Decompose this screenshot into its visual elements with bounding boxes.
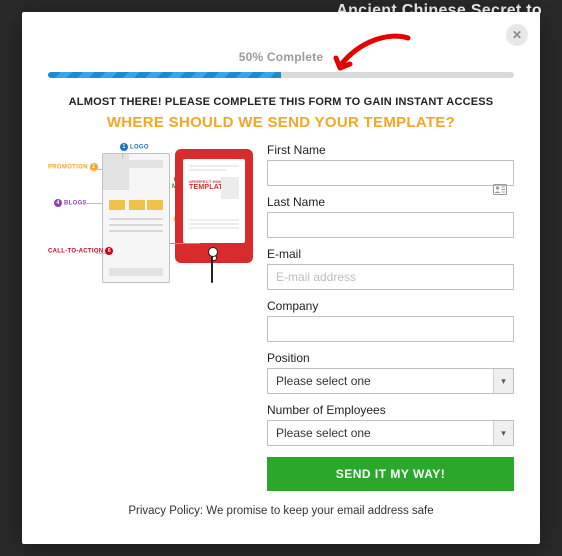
privacy-note: Privacy Policy: We promise to keep your … [22,505,540,517]
tag-logo: 1LOGO [118,143,149,151]
first-name-input[interactable] [267,160,514,186]
subheading-where: WHERE SHOULD WE SEND YOUR TEMPLATE? [42,114,520,131]
tablet-mockup-icon: #PERFECT HOMEPAGE TEMPLATE [175,149,253,263]
stylus-icon [211,253,213,283]
chevron-down-icon: ▾ [493,421,513,445]
lead-capture-modal: ✕ 50% Complete ALMOST THERE! PLEASE COMP… [22,12,540,544]
lead-form: First Name Last Name E-mail Company Posi… [267,143,514,491]
close-icon[interactable]: ✕ [506,24,528,46]
last-name-label: Last Name [267,195,514,209]
company-input[interactable] [267,316,514,342]
last-name-input[interactable] [267,212,514,238]
progress-section: 50% Complete [48,50,514,78]
company-label: Company [267,299,514,313]
position-selected-value: Please select one [276,374,371,388]
first-name-label: First Name [267,143,514,157]
employees-select[interactable]: Please select one ▾ [267,420,514,446]
subheading-access: ALMOST THERE! PLEASE COMPLETE THIS FORM … [42,96,520,108]
tag-blogs: 4BLOGS [52,199,87,207]
submit-button[interactable]: SEND IT MY WAY! [267,457,514,491]
chevron-down-icon: ▾ [493,369,513,393]
progress-label: 50% Complete [48,50,514,64]
email-input[interactable] [267,264,514,290]
email-label: E-mail [267,247,514,261]
wireframe-icon [102,153,170,283]
position-select[interactable]: Please select one ▾ [267,368,514,394]
progress-fill [48,72,281,78]
progress-bar [48,72,514,78]
employees-selected-value: Please select one [276,426,371,440]
employees-label: Number of Employees [267,403,514,417]
template-illustration: 1LOGO PROMOTION2 3LEAD MAGNET 4BLOGS 5RE… [48,143,253,303]
position-label: Position [267,351,514,365]
